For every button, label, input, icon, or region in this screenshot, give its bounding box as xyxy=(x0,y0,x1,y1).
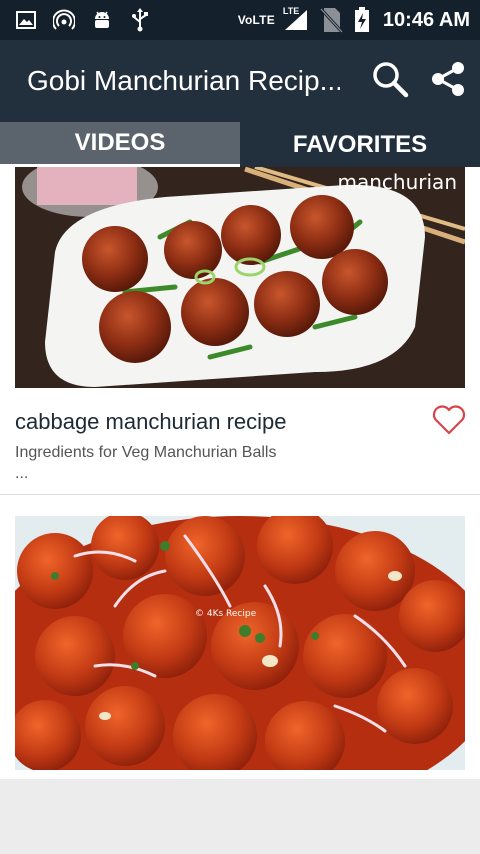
image-icon xyxy=(14,8,38,32)
share-button[interactable] xyxy=(426,59,470,103)
tab-bar: VIDEOS FAVORITES xyxy=(0,122,480,167)
video-thumbnail[interactable]: © 4Ks Recipe xyxy=(15,516,465,770)
battery-charging-icon xyxy=(353,7,371,32)
thumbnail-watermark: © 4Ks Recipe xyxy=(195,609,257,619)
video-list: manchurian cabbage manchurian recipe Ing… xyxy=(0,167,480,779)
search-button[interactable] xyxy=(368,59,412,103)
no-sim-icon xyxy=(317,7,345,33)
video-title[interactable]: cabbage manchurian recipe xyxy=(15,409,287,435)
android-icon xyxy=(90,8,114,32)
usb-icon xyxy=(128,8,152,32)
tab-videos[interactable]: VIDEOS xyxy=(0,122,240,167)
clock: 10:46 AM xyxy=(382,8,470,31)
app-bar: Gobi Manchurian Recip... xyxy=(0,40,480,122)
lte-label: LTE xyxy=(282,6,300,16)
wifi-hotspot-icon xyxy=(52,8,76,32)
video-description: Ingredients for Veg Manchurian Balls ... xyxy=(15,442,415,484)
description-ellipsis: ... xyxy=(15,465,29,482)
search-icon xyxy=(371,60,409,103)
description-line: Ingredients for Veg Manchurian Balls xyxy=(15,444,277,461)
tab-favorites[interactable]: FAVORITES xyxy=(240,122,480,167)
volte-label: VoLTE xyxy=(237,13,275,27)
favorite-button[interactable] xyxy=(430,404,468,440)
thumbnail-watermark: manchurian xyxy=(338,170,457,194)
status-bar: VoLTE LTE 10:46 AM xyxy=(0,0,480,40)
signal-icon: LTE xyxy=(282,6,309,32)
empty-area xyxy=(0,779,480,854)
share-icon xyxy=(429,60,467,103)
video-thumbnail[interactable]: manchurian xyxy=(15,167,465,388)
heart-outline-icon xyxy=(432,404,466,440)
app-title: Gobi Manchurian Recip... xyxy=(27,65,340,96)
list-divider xyxy=(0,494,480,495)
